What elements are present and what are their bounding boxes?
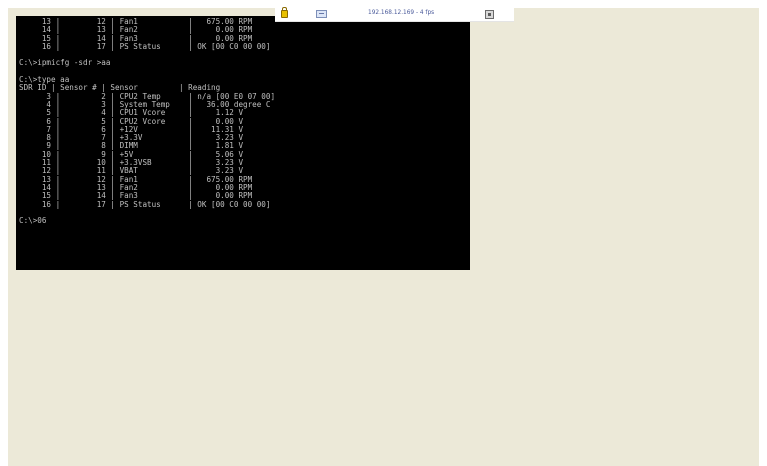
console-line: 16 | 17 | PS Status | OK [00 C0 00 00] <box>19 199 271 209</box>
console-output: 13 | 12 | Fan1 | 675.00 RPM 14 | 13 | Fa… <box>16 16 470 225</box>
lock-icon[interactable] <box>281 7 288 18</box>
keyboard-icon[interactable] <box>316 10 327 18</box>
console-line: 16 | 17 | PS Status | OK [00 C0 00 00] <box>19 41 271 51</box>
remote-desktop: 13 | 12 | Fan1 | 675.00 RPM 14 | 13 | Fa… <box>8 8 759 466</box>
console-line: C:\>06 <box>19 216 47 226</box>
console-window[interactable]: 13 | 12 | Fan1 | 675.00 RPM 14 | 13 | Fa… <box>16 16 470 270</box>
connection-status-text: 192.168.12.169 - 4 fps <box>368 10 435 16</box>
console-line: C:\>ipmicfg -sdr >aa <box>19 58 111 68</box>
remote-session-toolbar: 192.168.12.169 - 4 fps <box>275 7 514 22</box>
screenshot-icon[interactable] <box>485 10 494 19</box>
